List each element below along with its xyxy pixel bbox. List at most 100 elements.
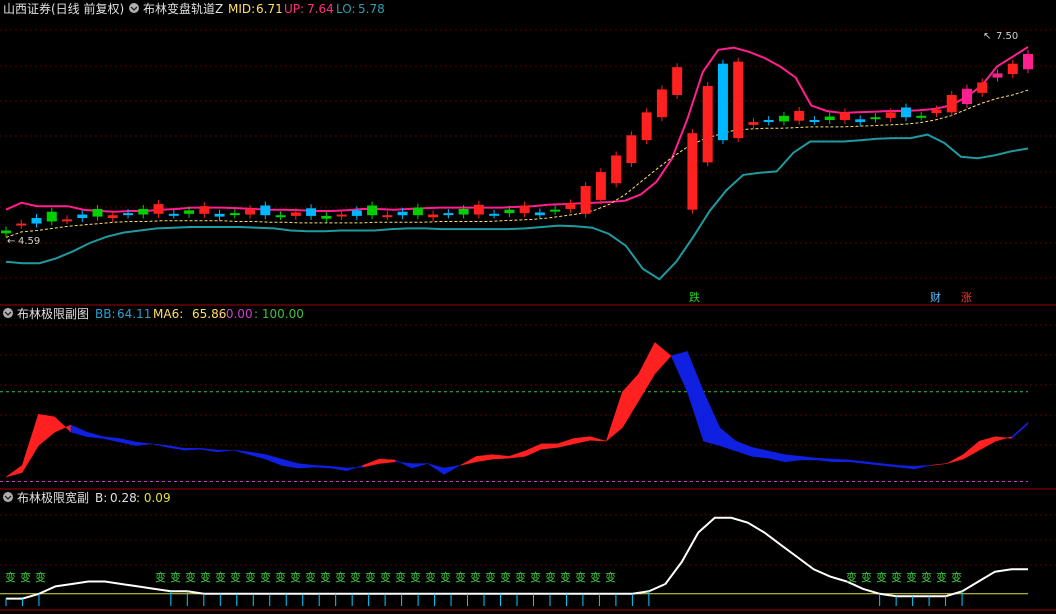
bian-label: 变	[861, 570, 872, 584]
panel3-menu-icon[interactable]	[3, 492, 13, 502]
bb-label: BB:	[95, 307, 116, 321]
bb-ma6-fill	[346, 465, 364, 472]
bb-ma6-fill	[233, 449, 250, 455]
bian-label: 变	[290, 570, 301, 584]
candle-body	[595, 172, 606, 200]
candle-body	[275, 215, 286, 218]
bb-ma6-fill	[508, 450, 526, 459]
bian-label: 变	[440, 570, 451, 584]
candle-body	[153, 204, 164, 214]
bb-ma6-fill	[216, 449, 234, 453]
candle-body	[1007, 63, 1018, 75]
panel-frames	[0, 304, 1056, 611]
candle-body	[1, 230, 11, 234]
bian-label: 变	[575, 570, 586, 584]
bb-ma6-fill	[297, 463, 315, 469]
bb-ma6-fill	[38, 413, 55, 447]
b-label: B:	[95, 491, 107, 505]
signal-die: 跌	[689, 290, 700, 304]
bb-ma6-fill	[833, 458, 850, 463]
bb-ma6-fill	[654, 341, 672, 375]
candle-body	[1023, 53, 1033, 70]
bb-ma6-fill	[427, 463, 445, 475]
panel2-menu-icon[interactable]	[3, 308, 13, 318]
candle-body	[92, 208, 103, 217]
bian-label: 变	[230, 570, 241, 584]
candle-body	[885, 112, 896, 118]
indicator-menu-icon[interactable]	[129, 3, 139, 13]
bb-ma6-fill	[281, 458, 299, 469]
bian-label: 变	[470, 570, 481, 584]
bb-ma6-fill	[492, 454, 510, 460]
bb-ma6-fill	[719, 427, 737, 452]
bian-label: 变	[545, 570, 556, 584]
candle-body	[946, 94, 957, 113]
bb-ma6-fill	[946, 454, 964, 464]
bian-label: 变	[260, 570, 271, 584]
bb-ma6-fill	[70, 424, 88, 437]
bb-ma6-fill	[362, 458, 380, 468]
bb-ma6-fill	[411, 463, 428, 469]
candle-body	[687, 133, 698, 210]
candle-body	[626, 135, 637, 164]
bb-ma6-fill	[881, 463, 899, 468]
bb-ma6-fill	[605, 391, 623, 442]
bb-ma6-fill	[200, 448, 218, 453]
bb-ma6-fill	[167, 445, 185, 451]
candle-body	[763, 119, 774, 122]
candle-body	[260, 205, 271, 216]
bian-label: 变	[305, 570, 316, 584]
ma6-label: MA6:	[153, 307, 183, 321]
bian-label: 变	[906, 570, 917, 584]
bian-label: 变	[215, 570, 226, 584]
bian-label: 变	[5, 570, 16, 584]
bian-label: 变	[515, 570, 526, 584]
bian-label: 变	[921, 570, 932, 584]
candle-body	[306, 208, 317, 216]
candle-body	[961, 88, 972, 105]
bb-ma6-fill	[865, 461, 883, 466]
hundred-value: : 100.00	[254, 307, 304, 321]
low-price-label: 4.59	[18, 236, 40, 247]
indicator-name: 布林变盘轨道Z	[143, 1, 223, 16]
bian-label: 变	[170, 570, 181, 584]
candle-body	[672, 67, 683, 95]
bian-label: 变	[846, 570, 857, 584]
bian-label: 变	[395, 570, 406, 584]
bb-ma6-fill	[5, 464, 23, 478]
candle-body	[16, 223, 27, 226]
bian-label: 变	[320, 570, 331, 584]
candle-body	[748, 122, 759, 125]
bian-label: 变	[530, 570, 541, 584]
bb-ma6-fill	[638, 342, 656, 402]
bian-label: 变	[365, 570, 376, 584]
b2-value: : 0.09	[136, 491, 171, 505]
bb-ma6-fill	[103, 436, 120, 443]
candle-body	[641, 112, 652, 141]
low-price-marker: ←	[7, 236, 15, 247]
candle-body	[794, 110, 805, 121]
bian-label: 变	[185, 570, 196, 584]
bb-ma6-fill	[573, 436, 591, 445]
bb-ma6-fill	[151, 443, 169, 448]
signal-cai: 财	[930, 290, 941, 304]
candle-body	[702, 85, 713, 163]
bb-ma6-fill	[995, 436, 1013, 442]
chart-canvas: 山西证券 (日线 前复权) 布林变盘轨道Z MID: 6.71 UP: 7.64…	[0, 1, 1056, 611]
bb-ma6-fill	[460, 455, 477, 466]
candle-body	[824, 116, 835, 120]
bian-label: 变	[560, 570, 571, 584]
candle-body	[123, 213, 134, 216]
bb-ma6-fill	[735, 440, 753, 457]
candle-body	[809, 119, 820, 122]
candle-body	[382, 215, 393, 218]
candle-body	[855, 119, 866, 123]
bb-ma6-fill	[1011, 421, 1029, 439]
bian-label: 变	[245, 570, 256, 584]
lo-value: 5.78	[358, 2, 385, 16]
candle-body	[412, 207, 423, 216]
bb-ma6-fill	[589, 436, 607, 442]
candle-body	[397, 211, 408, 216]
b-value: 0.28	[110, 491, 137, 505]
bb-ma6-fill	[86, 431, 104, 439]
